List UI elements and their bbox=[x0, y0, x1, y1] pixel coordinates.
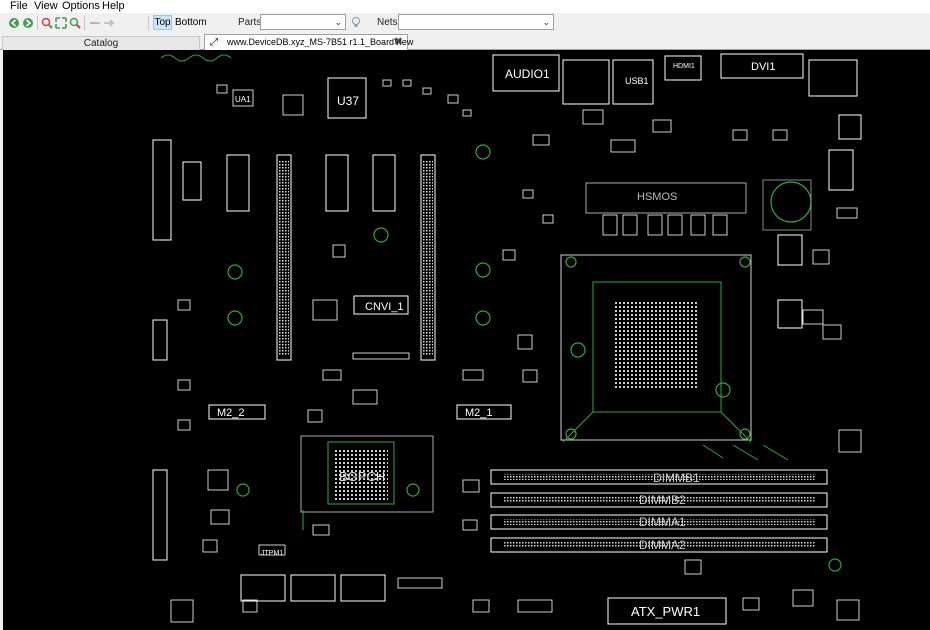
pin-icon[interactable]: ⤢ bbox=[210, 35, 218, 50]
parts-combobox[interactable]: ⌄ bbox=[260, 14, 346, 30]
label-m2-1: M2_1 bbox=[465, 407, 493, 419]
label-m2-2: M2_2 bbox=[217, 407, 245, 419]
top-view-button[interactable]: Top bbox=[153, 15, 172, 30]
label-cnvi: CNVI_1 bbox=[365, 301, 404, 313]
small-components bbox=[170, 79, 862, 623]
toolbar: Top Bottom Parts: ⌄ Nets: ⌄ bbox=[0, 13, 930, 33]
label-dimm-a2: DIMMA2 bbox=[639, 538, 686, 552]
label-audio: AUDIO1 bbox=[505, 67, 550, 81]
board-canvas[interactable]: AUDIO1 USB1 HDMI1 DVI1 U37 UA1 CNVI_1 M2… bbox=[3, 50, 930, 630]
green-traces bbox=[160, 54, 789, 530]
label-ua1: UA1 bbox=[235, 95, 251, 104]
label-hdmi: HDMI1 bbox=[673, 63, 695, 70]
back-icon[interactable] bbox=[8, 17, 20, 29]
close-icon[interactable]: ✖ bbox=[394, 35, 403, 50]
label-usb: USB1 bbox=[625, 76, 649, 86]
header-1 bbox=[240, 574, 286, 602]
cpu-pin-grid bbox=[615, 300, 699, 390]
nets-combobox[interactable]: ⌄ bbox=[398, 14, 554, 30]
toolbar-separator bbox=[37, 16, 38, 30]
menu-view[interactable]: View bbox=[34, 0, 58, 13]
menu-file[interactable]: File bbox=[10, 0, 28, 13]
board-drawing[interactable]: AUDIO1 USB1 HDMI1 DVI1 U37 UA1 CNVI_1 M2… bbox=[3, 50, 930, 630]
zoom-out-icon[interactable] bbox=[69, 17, 81, 29]
toolbar-separator bbox=[148, 16, 149, 30]
ps2-connector bbox=[808, 59, 858, 97]
tab-boardview[interactable]: ⤢ www.DeviceDB.xyz_MS-7B51 r1.1_BoardVie… bbox=[204, 34, 413, 50]
label-jtpm: JTPM1 bbox=[261, 550, 283, 557]
forward-icon[interactable] bbox=[22, 17, 34, 29]
bottom-view-button[interactable]: Bottom bbox=[175, 15, 207, 30]
arrow-right-icon[interactable] bbox=[103, 17, 115, 29]
label-atx: ATX_PWR1 bbox=[631, 604, 700, 619]
label-dimm-b2: DIMMB2 bbox=[639, 493, 686, 507]
toolbar-separator bbox=[84, 16, 85, 30]
label-dimm-a1: DIMMA1 bbox=[639, 515, 686, 529]
tab-title: www.DeviceDB.xyz_MS-7B51 r1.1_BoardView bbox=[227, 37, 414, 47]
nets-label: Nets: bbox=[377, 17, 401, 28]
dimm-pin-rows bbox=[279, 160, 815, 548]
header-3 bbox=[340, 574, 386, 602]
fit-screen-icon[interactable] bbox=[55, 17, 67, 29]
chevron-down-icon: ⌄ bbox=[334, 17, 342, 27]
tab-catalog[interactable]: Catalog bbox=[2, 36, 200, 50]
label-u37: U37 bbox=[337, 94, 359, 108]
label-hsmos: HSMOS bbox=[637, 191, 677, 203]
chevron-down-icon: ⌄ bbox=[542, 17, 550, 27]
menu-bar: File View Options Help bbox=[0, 0, 930, 13]
menu-help[interactable]: Help bbox=[102, 0, 125, 13]
label-pch: BGPCH bbox=[339, 469, 385, 484]
menu-options[interactable]: Options bbox=[62, 0, 100, 13]
label-dimm-b1: DIMMB1 bbox=[653, 471, 700, 485]
light-bulb-icon[interactable] bbox=[350, 16, 362, 28]
zoom-in-icon[interactable] bbox=[41, 17, 53, 29]
minus-icon[interactable] bbox=[89, 17, 101, 29]
label-dvi: DVI1 bbox=[751, 61, 775, 73]
tab-bar: Catalog ⤢ www.DeviceDB.xyz_MS-7B51 r1.1_… bbox=[0, 34, 930, 50]
header-2 bbox=[290, 574, 336, 602]
lan-connector bbox=[562, 59, 610, 105]
